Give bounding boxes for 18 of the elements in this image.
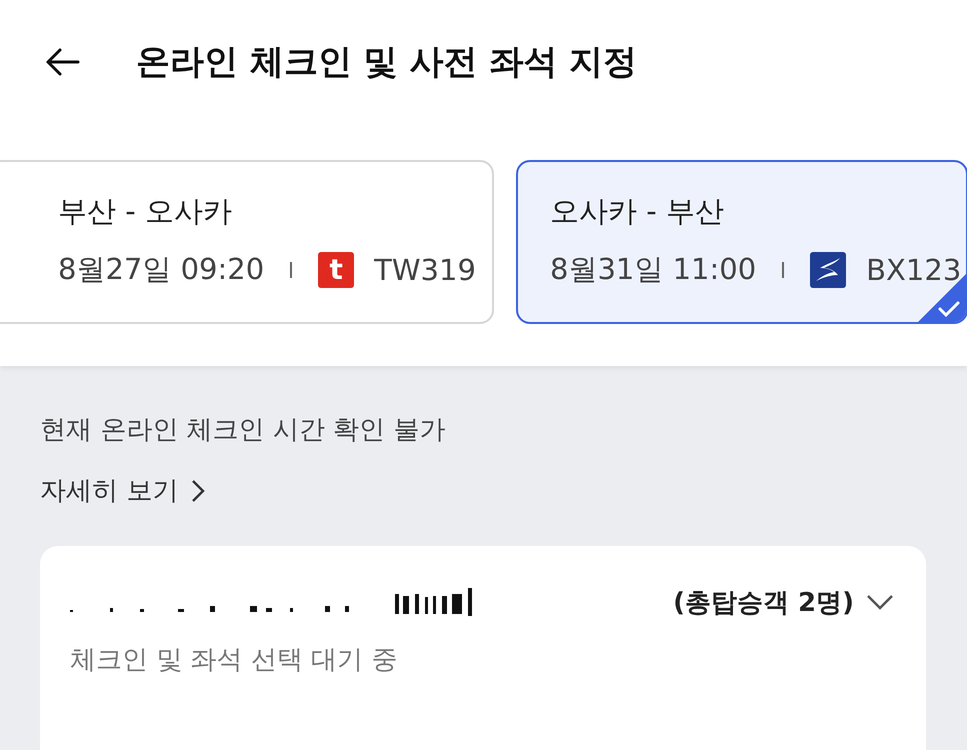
flight-number-text: BX123 (866, 253, 962, 287)
flight-number-text: TW319 (374, 253, 476, 287)
status-text: 체크인 및 좌석 선택 대기 중 (70, 644, 398, 677)
date-time-text: 8월27일 09:20 (58, 251, 264, 288)
flight-card[interactable]: 부산 - 오사카 8월27일 09:20 t TW319 (0, 160, 494, 324)
route-text: 오사카 - 부산 (550, 193, 725, 230)
notice-text: 현재 온라인 체크인 시간 확인 불가 (40, 414, 446, 447)
total-passengers-text: (총탑승객 2명) (673, 586, 854, 620)
chevron-right-icon (190, 478, 206, 504)
page-title: 온라인 체크인 및 사전 좌석 지정 (136, 41, 638, 84)
chevron-down-icon[interactable] (866, 593, 894, 611)
details-link[interactable]: 자세히 보기 (40, 473, 206, 508)
date-time-text: 8월31일 11:00 (550, 251, 756, 288)
flight-card[interactable]: 오사카 - 부산 8월31일 11:00 BX123 (516, 160, 967, 324)
airline-logo-icon (810, 252, 846, 288)
airline-logo-icon: t (318, 252, 354, 288)
back-arrow-icon[interactable] (44, 47, 80, 77)
route-text: 부산 - 오사카 (58, 193, 233, 230)
